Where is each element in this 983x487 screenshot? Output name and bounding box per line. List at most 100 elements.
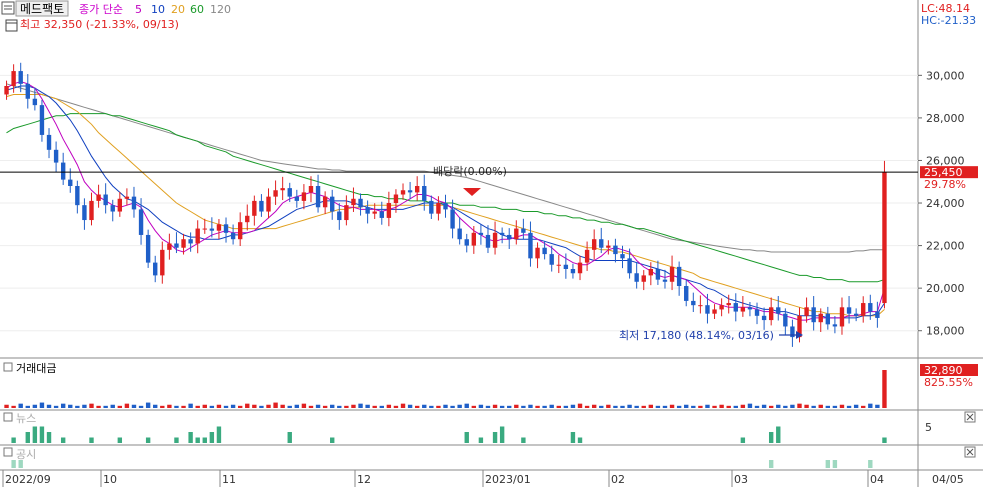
hc-value: HC:-21.33 bbox=[921, 14, 976, 27]
volume-bar bbox=[691, 405, 696, 408]
candle-body bbox=[138, 209, 144, 235]
candle-body bbox=[478, 232, 484, 235]
volume-bar bbox=[776, 404, 781, 408]
candle-body bbox=[167, 243, 172, 250]
candle-body bbox=[337, 211, 342, 221]
candle-body bbox=[344, 205, 349, 221]
price-tag-percent: 29.78% bbox=[924, 178, 966, 191]
volume-bar bbox=[216, 404, 222, 408]
volume-bar bbox=[507, 405, 512, 408]
calendar-icon[interactable] bbox=[5, 19, 18, 32]
news-bar bbox=[209, 432, 215, 443]
volume-bar bbox=[797, 403, 802, 408]
news-bar bbox=[32, 426, 38, 443]
volume-bar bbox=[478, 404, 484, 408]
ma-period-10[interactable]: 10 bbox=[151, 3, 165, 16]
volume-bar bbox=[245, 403, 250, 408]
volume-bar bbox=[464, 403, 469, 408]
candle-body bbox=[818, 313, 823, 323]
candle-body bbox=[783, 313, 788, 327]
candle-body bbox=[599, 239, 604, 248]
y-tick-label: 28,000 bbox=[926, 112, 965, 125]
menu-icon[interactable] bbox=[1, 1, 15, 15]
news-bar bbox=[521, 437, 526, 443]
volume-bar bbox=[450, 405, 455, 408]
candle-body bbox=[103, 194, 108, 206]
ma-period-60[interactable]: 60 bbox=[190, 3, 204, 16]
volume-bar bbox=[868, 403, 873, 408]
volume-bar bbox=[556, 405, 561, 408]
news-bar bbox=[464, 432, 469, 443]
candle-body bbox=[811, 307, 816, 323]
candle-body bbox=[330, 196, 335, 212]
volume-bar bbox=[273, 402, 278, 408]
news-bar bbox=[188, 432, 193, 443]
candle-body bbox=[556, 264, 561, 266]
candle-body bbox=[429, 200, 434, 214]
candle-body bbox=[195, 228, 200, 244]
volume-bar bbox=[422, 404, 427, 408]
candle-body bbox=[273, 190, 278, 197]
candle-body bbox=[294, 196, 300, 201]
low-annotation: 최저 17,180 (48.14%, 03/16) bbox=[619, 329, 774, 342]
ma-period-20[interactable]: 20 bbox=[171, 3, 185, 16]
volume-bar bbox=[96, 405, 101, 408]
volume-bar bbox=[591, 404, 597, 408]
candle-body bbox=[514, 228, 519, 240]
volume-bar bbox=[599, 405, 604, 408]
disclosure-bar bbox=[768, 460, 774, 468]
volume-bar bbox=[89, 403, 94, 408]
candle-body bbox=[280, 188, 285, 191]
volume-bar bbox=[4, 404, 9, 408]
news-bar bbox=[46, 432, 52, 443]
volume-bar bbox=[641, 405, 646, 408]
disclosure-bar bbox=[825, 460, 831, 468]
candle-body bbox=[18, 71, 23, 84]
volume-bar bbox=[145, 402, 151, 408]
volume-bar bbox=[294, 404, 300, 408]
news-bar bbox=[202, 437, 207, 443]
volume-bar bbox=[167, 404, 172, 408]
close-panel-icon[interactable] bbox=[964, 446, 976, 458]
volume-bar bbox=[443, 404, 448, 408]
volume-bar bbox=[542, 405, 547, 408]
news-bar bbox=[25, 432, 30, 443]
volume-bar bbox=[684, 404, 689, 408]
ma-period-120[interactable]: 120 bbox=[210, 3, 231, 16]
candle-body bbox=[237, 222, 243, 240]
y-tick-label: 30,000 bbox=[926, 69, 965, 82]
disclosure-bar bbox=[11, 460, 16, 468]
volume-bar bbox=[514, 404, 519, 408]
volume-bar bbox=[153, 404, 158, 408]
volume-bar bbox=[25, 405, 30, 408]
volume-bar bbox=[266, 404, 271, 408]
volume-bar bbox=[669, 404, 675, 408]
candle-body bbox=[230, 232, 236, 240]
volume-bar bbox=[627, 404, 632, 408]
volume-bar bbox=[768, 405, 774, 408]
volume-bar bbox=[32, 404, 38, 408]
candle-body bbox=[25, 83, 30, 99]
volume-bar bbox=[719, 404, 724, 408]
volume-bar bbox=[606, 404, 611, 408]
volume-bar bbox=[839, 404, 845, 408]
y-tick-label: 22,000 bbox=[926, 240, 965, 253]
x-tick-label: 2023/01 bbox=[485, 473, 531, 486]
volume-bar bbox=[301, 403, 307, 408]
ma-label: 종가 단순 bbox=[79, 3, 123, 16]
volume-bar bbox=[407, 404, 413, 408]
ma-period-5[interactable]: 5 bbox=[135, 3, 142, 16]
candle-body bbox=[634, 273, 639, 282]
candle-body bbox=[776, 307, 781, 314]
news-bar bbox=[570, 432, 576, 443]
news-tick: 5 bbox=[925, 421, 932, 434]
candle-body bbox=[613, 245, 618, 255]
close-panel-icon[interactable] bbox=[964, 411, 976, 423]
candle-body bbox=[32, 98, 38, 106]
candle-body bbox=[393, 194, 399, 204]
candle-body bbox=[839, 307, 845, 327]
volume-bar bbox=[124, 403, 130, 408]
candle-body bbox=[75, 186, 80, 206]
volume-bar bbox=[351, 404, 356, 408]
volume-bar bbox=[754, 405, 760, 408]
